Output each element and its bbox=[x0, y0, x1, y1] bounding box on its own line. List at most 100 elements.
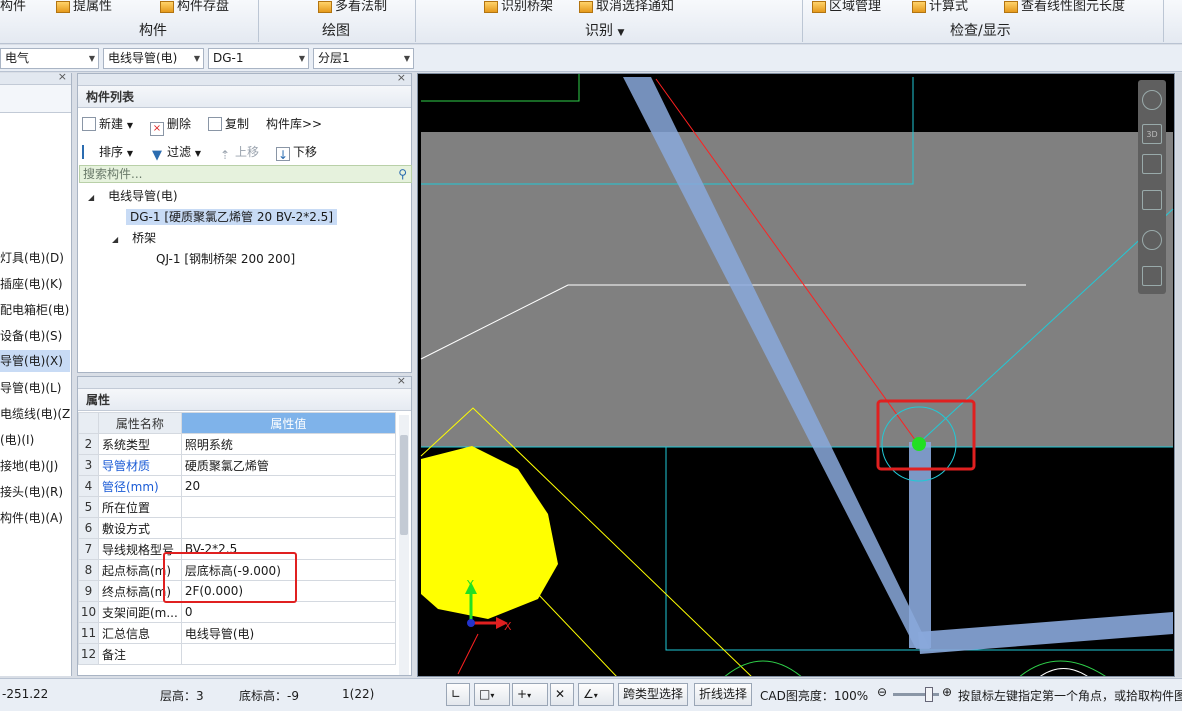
ribbon-extract-attr-button[interactable]: 提属性 bbox=[56, 0, 112, 14]
properties-header-row: 属性名称 属性值 bbox=[78, 412, 397, 434]
property-value[interactable]: 0 bbox=[180, 601, 397, 623]
snap-mode-button[interactable]: □▾ bbox=[474, 683, 510, 706]
table-row[interactable]: 2 系统类型 照明系统 bbox=[78, 433, 397, 455]
properties-scrollbar[interactable] bbox=[399, 415, 409, 675]
zoom-in-icon[interactable]: ⊕ bbox=[942, 685, 952, 699]
property-value[interactable] bbox=[180, 643, 397, 665]
nav-item[interactable]: (电)(I) bbox=[0, 429, 70, 451]
property-value[interactable]: 20 bbox=[180, 475, 397, 497]
ribbon-draw-button[interactable]: 多看法制 bbox=[318, 0, 387, 14]
nav-item[interactable]: 导管(电)(L) bbox=[0, 377, 70, 399]
new-button[interactable]: 新建 ▼ bbox=[82, 115, 133, 133]
row-number: 10 bbox=[78, 601, 99, 623]
tree-group-conduit[interactable]: ◢ 电线导管(电) bbox=[88, 186, 178, 206]
property-name: 系统类型 bbox=[98, 433, 182, 455]
search-input[interactable]: 搜索构件... ⚲ bbox=[79, 165, 412, 183]
scroll-thumb[interactable] bbox=[400, 435, 408, 535]
ribbon-component-button[interactable]: 构件 bbox=[0, 0, 26, 14]
canvas-scrollbar[interactable] bbox=[1176, 73, 1182, 677]
property-name: 所在位置 bbox=[98, 496, 182, 518]
nav-item[interactable]: 接地(电)(J) bbox=[0, 455, 70, 477]
polyline-select-button[interactable]: 折线选择 bbox=[694, 683, 753, 706]
property-name: 支架间距(m... bbox=[98, 601, 182, 623]
copy-button[interactable]: 复制 bbox=[208, 115, 249, 133]
ribbon-group-draw: 绘图 bbox=[322, 23, 350, 39]
nav-item[interactable]: 配电箱柜(电)(P) bbox=[0, 299, 70, 321]
slider-knob[interactable] bbox=[925, 687, 933, 702]
close-icon[interactable]: × bbox=[397, 71, 406, 84]
brightness-slider[interactable] bbox=[893, 687, 939, 702]
ribbon: 构件 提属性 构件存盘 多看法制 识别桥架 取消选择通知 区域管理 计算式 查看… bbox=[0, 0, 1182, 44]
chevron-down-icon: ▾ bbox=[527, 691, 532, 700]
cad-canvas[interactable]: Y X 3D bbox=[417, 73, 1175, 677]
property-value[interactable] bbox=[180, 496, 397, 518]
ortho-icon[interactable]: ∟ bbox=[446, 683, 470, 706]
collapse-icon[interactable]: ◢ bbox=[112, 230, 118, 250]
tree-item-dg1[interactable]: DG-1 [硬质聚氯乙烯管 20 BV-2*2.5] bbox=[126, 207, 337, 227]
collapse-icon[interactable]: ◢ bbox=[88, 188, 94, 208]
view-toolbar: 3D bbox=[1138, 80, 1166, 294]
table-row[interactable]: 10 支架间距(m... 0 bbox=[78, 601, 397, 623]
move-up-button[interactable]: ⇡ 上移 bbox=[218, 143, 259, 162]
table-row[interactable]: 6 敷设方式 bbox=[78, 517, 397, 539]
nav-item-selected[interactable]: 导管(电)(X) bbox=[0, 350, 70, 372]
ribbon-save-component-button[interactable]: 构件存盘 bbox=[160, 0, 229, 14]
panel-grip: × bbox=[78, 377, 411, 389]
property-value[interactable]: 电线导管(电) bbox=[180, 622, 397, 644]
cross-type-select-button[interactable]: 跨类型选择 bbox=[618, 683, 689, 706]
orbit-icon[interactable] bbox=[1142, 90, 1162, 110]
table-row[interactable]: 5 所在位置 bbox=[78, 496, 397, 518]
ribbon-group-identify[interactable]: 识别 ▼ bbox=[585, 20, 624, 40]
ribbon-formula-button[interactable]: 计算式 bbox=[912, 0, 968, 14]
table-row[interactable]: 3 导管材质 硬质聚氯乙烯管 bbox=[78, 454, 397, 476]
filter-button[interactable]: ▼ 过滤 ▼ bbox=[150, 143, 201, 163]
nav-item[interactable]: 构件(电)(A) bbox=[0, 507, 70, 529]
properties-table: 属性名称 属性值 2 系统类型 照明系统 3 导管材质 硬质聚氯乙烯管 4 管径(mm) 2… bbox=[78, 412, 397, 665]
property-value[interactable]: 照明系统 bbox=[180, 433, 397, 455]
close-icon[interactable]: × bbox=[397, 377, 406, 387]
property-value[interactable] bbox=[180, 517, 397, 539]
sort-button[interactable]: 排序 ▼ bbox=[82, 143, 133, 161]
delete-button[interactable]: × 删除 bbox=[150, 115, 191, 136]
cube-icon[interactable] bbox=[1142, 190, 1162, 210]
component-select[interactable]: DG-1 ▼ bbox=[208, 48, 309, 69]
layer-select[interactable]: 分层1 ▼ bbox=[313, 48, 414, 69]
cad-brightness-label: CAD图亮度：100% bbox=[760, 689, 869, 703]
nav-item[interactable]: 插座(电)(K) bbox=[0, 273, 70, 295]
3d-icon[interactable]: 3D bbox=[1142, 124, 1162, 144]
nav-item[interactable]: 接头(电)(R) bbox=[0, 481, 70, 503]
conduit-pipe-vertical[interactable] bbox=[909, 442, 931, 648]
type-select[interactable]: 电线导管(电) ▼ bbox=[103, 48, 204, 69]
table-row[interactable]: 4 管径(mm) 20 bbox=[78, 475, 397, 497]
table-row[interactable]: 12 备注 bbox=[78, 643, 397, 665]
library-button[interactable]: 构件库>> bbox=[266, 115, 322, 133]
move-down-button[interactable]: ↓ 下移 bbox=[276, 143, 317, 162]
angle-button[interactable]: ∠▾ bbox=[578, 683, 614, 706]
component-toolbar-row2: 排序 ▼ ▼ 过滤 ▼ ⇡ 上移 ↓ 下移 bbox=[78, 137, 411, 165]
search-icon[interactable]: ⚲ bbox=[398, 166, 407, 182]
grid-icon[interactable] bbox=[1142, 266, 1162, 286]
table-row[interactable]: 11 汇总信息 电线导管(电) bbox=[78, 622, 397, 644]
nav-item[interactable]: 电缆线(电)(Z) bbox=[0, 403, 70, 425]
ribbon-area-manage-button[interactable]: 区域管理 bbox=[812, 0, 881, 14]
zoom-out-icon[interactable]: ⊖ bbox=[877, 685, 887, 699]
extract-icon bbox=[56, 0, 70, 13]
start-point-marker[interactable] bbox=[912, 437, 926, 451]
tree-group-tray[interactable]: ◢ 桥架 bbox=[112, 228, 156, 248]
rotate-icon[interactable] bbox=[1142, 230, 1162, 250]
property-value[interactable]: 硬质聚氯乙烯管 bbox=[180, 454, 397, 476]
conduit-pipe-horizontal[interactable] bbox=[918, 612, 1173, 654]
nav-item[interactable]: 设备(电)(S) bbox=[0, 325, 70, 347]
ribbon-cancel-select-button[interactable]: 取消选择通知 bbox=[579, 0, 674, 14]
ribbon-view-length-button[interactable]: 查看线性图元长度 bbox=[1004, 0, 1125, 14]
nav-item[interactable]: 灯具(电)(D) bbox=[0, 247, 70, 269]
close-icon[interactable]: × bbox=[58, 70, 67, 83]
green-arc bbox=[724, 660, 802, 676]
ribbon-identify-tray-button[interactable]: 识别桥架 bbox=[484, 0, 553, 14]
num-header bbox=[78, 412, 99, 434]
osnap-button[interactable]: +▾ bbox=[512, 683, 548, 706]
box-icon[interactable] bbox=[1142, 154, 1162, 174]
discipline-select[interactable]: 电气 ▼ bbox=[0, 48, 99, 69]
tree-item-qj1[interactable]: QJ-1 [钢制桥架 200 200] bbox=[156, 249, 295, 269]
cross-icon[interactable]: ✕ bbox=[550, 683, 574, 706]
